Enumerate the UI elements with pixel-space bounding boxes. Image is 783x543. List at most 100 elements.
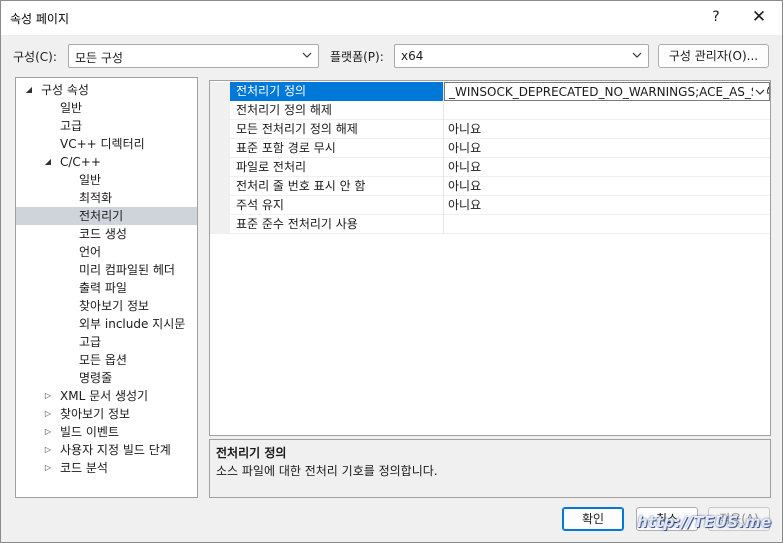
property-value[interactable]: 아니요	[444, 158, 770, 177]
row-gutter	[210, 82, 230, 101]
tree-item[interactable]: ▷ XML 문서 생성기	[16, 387, 197, 405]
row-gutter	[210, 177, 230, 196]
tree-item[interactable]: 출력 파일	[16, 279, 197, 297]
description-text: 소스 파일에 대한 전처리 기호를 정의합니다.	[216, 464, 438, 478]
chevron-down-icon	[632, 52, 642, 58]
tree-item[interactable]: 언어	[16, 243, 197, 261]
collapse-arrow-icon[interactable]: ◢	[43, 153, 53, 171]
property-value[interactable]	[444, 101, 770, 120]
tree-item-label: 출력 파일	[79, 281, 127, 295]
tree-item-label: 최적화	[79, 191, 113, 205]
property-name: 전처리기 정의 해제	[230, 101, 444, 120]
property-name: 표준 포함 경로 무시	[230, 139, 444, 158]
help-button[interactable]: ?	[701, 3, 731, 31]
property-row[interactable]: 주석 유지 아니요	[210, 196, 770, 215]
property-value[interactable]: 아니요	[444, 177, 770, 196]
property-value[interactable]: 아니요	[444, 120, 770, 139]
row-gutter	[210, 120, 230, 139]
window-title: 속성 페이지	[10, 12, 70, 26]
close-button[interactable]: ✕	[744, 3, 774, 31]
tree-item[interactable]: 외부 include 지시문	[16, 315, 197, 333]
cancel-button[interactable]: 취소	[636, 507, 698, 531]
apply-button[interactable]: 적용(A)	[708, 507, 770, 531]
row-gutter	[210, 196, 230, 215]
property-tree[interactable]: ◢ 구성 속성 일반 고급 VC++ 디렉터리 ◢ C/C++ 일반 최적화 전처리기 코드 생성 언…	[15, 77, 198, 498]
tree-item[interactable]: ▷ 빌드 이벤트	[16, 423, 197, 441]
tree-item-label: 언어	[79, 245, 102, 259]
tree-item-label: 찾아보기 정보	[60, 407, 131, 421]
tree-item[interactable]: 명령줄	[16, 369, 197, 387]
tree-item[interactable]: 고급	[16, 333, 197, 351]
tree-item[interactable]: 고급	[16, 117, 197, 135]
tree-item[interactable]: 코드 생성	[16, 225, 197, 243]
tree-item-label: 외부 include 지시문	[79, 317, 186, 331]
tree-item[interactable]: 일반	[16, 171, 197, 189]
expand-arrow-icon[interactable]: ▷	[43, 423, 53, 441]
tree-item-label: 고급	[60, 119, 83, 133]
tree-item-label: C/C++	[60, 155, 101, 169]
tree-item[interactable]: ▷ 사용자 지정 빌드 단계	[16, 441, 197, 459]
property-row[interactable]: 표준 포함 경로 무시 아니요	[210, 139, 770, 158]
property-grid[interactable]: 전처리기 정의 _WINSOCK_DEPRECATED_NO_WARNINGS;A…	[209, 80, 771, 436]
tree-item[interactable]: ◢ C/C++	[16, 153, 197, 171]
tree-item[interactable]: ◢ 구성 속성	[16, 81, 197, 99]
property-value[interactable]: 아니요	[444, 139, 770, 158]
tree-item-label: 전처리기	[79, 209, 124, 223]
expand-arrow-icon[interactable]: ▷	[43, 441, 53, 459]
property-value[interactable]	[444, 215, 770, 234]
tree-item[interactable]: 전처리기	[16, 207, 197, 225]
expand-arrow-icon[interactable]: ▷	[43, 459, 53, 477]
expand-arrow-icon[interactable]: ▷	[43, 405, 53, 423]
property-value-input[interactable]: _WINSOCK_DEPRECATED_NO_WARNINGS;ACE_AS_S…	[444, 82, 770, 101]
platform-dropdown[interactable]: x64	[394, 44, 649, 68]
property-row[interactable]: 모든 전처리기 정의 해제 아니요	[210, 120, 770, 139]
tree-item[interactable]: ▷ 찾아보기 정보	[16, 405, 197, 423]
property-row[interactable]: 파일로 전처리 아니요	[210, 158, 770, 177]
tree-item[interactable]: 모든 옵션	[16, 351, 197, 369]
property-name: 표준 준수 전처리기 사용	[230, 215, 444, 234]
tree-item[interactable]: 미리 컴파일된 헤더	[16, 261, 197, 279]
configuration-manager-button[interactable]: 구성 관리자(O)...	[658, 44, 769, 68]
tree-item[interactable]: 일반	[16, 99, 197, 117]
property-name: 파일로 전처리	[230, 158, 444, 177]
expand-arrow-icon[interactable]: ▷	[43, 387, 53, 405]
configuration-value: 모든 구성	[75, 51, 123, 65]
tree-item-label: 사용자 지정 빌드 단계	[60, 443, 171, 457]
tree-item-label: VC++ 디렉터리	[60, 137, 145, 151]
property-pages-dialog: 속성 페이지 ? ✕ 구성(C): 모든 구성 플랫폼(P): x64 구성 관…	[0, 0, 783, 543]
property-value[interactable]: 아니요	[444, 196, 770, 215]
chevron-down-icon	[302, 52, 312, 58]
row-gutter	[210, 139, 230, 158]
platform-label: 플랫폼(P):	[330, 50, 384, 64]
tree-item[interactable]: 찾아보기 정보	[16, 297, 197, 315]
tree-item-label: 구성 속성	[41, 83, 89, 97]
tree-item[interactable]: VC++ 디렉터리	[16, 135, 197, 153]
chevron-down-icon[interactable]	[753, 85, 767, 99]
property-value-text: 아니요	[448, 122, 482, 136]
property-name: 전처리 줄 번호 표시 안 함	[230, 177, 444, 196]
ok-button[interactable]: 확인	[562, 507, 624, 531]
tree-item[interactable]: ▷ 코드 분석	[16, 459, 197, 477]
property-value-text: 아니요	[448, 198, 482, 212]
tree-item-label: 일반	[79, 173, 102, 187]
property-row[interactable]: 전처리기 정의 _WINSOCK_DEPRECATED_NO_WARNINGS;A…	[210, 82, 770, 101]
property-row[interactable]: 전처리 줄 번호 표시 안 함 아니요	[210, 177, 770, 196]
row-gutter	[210, 101, 230, 120]
configuration-label: 구성(C):	[13, 50, 57, 64]
configuration-dropdown[interactable]: 모든 구성	[68, 44, 319, 68]
tree-item-label: 일반	[60, 101, 83, 115]
property-row[interactable]: 표준 준수 전처리기 사용	[210, 215, 770, 234]
tree-item-label: 고급	[79, 335, 102, 349]
tree-item-label: 코드 생성	[79, 227, 127, 241]
tree-item[interactable]: 최적화	[16, 189, 197, 207]
property-row[interactable]: 전처리기 정의 해제	[210, 101, 770, 120]
tree-item-label: 모든 옵션	[79, 353, 127, 367]
tree-item-label: 코드 분석	[60, 461, 108, 475]
platform-value: x64	[401, 49, 424, 63]
description-panel: 전처리기 정의 소스 파일에 대한 전처리 기호를 정의합니다.	[209, 439, 771, 498]
property-value-text: 아니요	[448, 141, 482, 155]
title-bar: 속성 페이지 ? ✕	[1, 1, 782, 35]
property-name: 주석 유지	[230, 196, 444, 215]
property-value-text: 아니요	[448, 179, 482, 193]
collapse-arrow-icon[interactable]: ◢	[24, 81, 34, 99]
